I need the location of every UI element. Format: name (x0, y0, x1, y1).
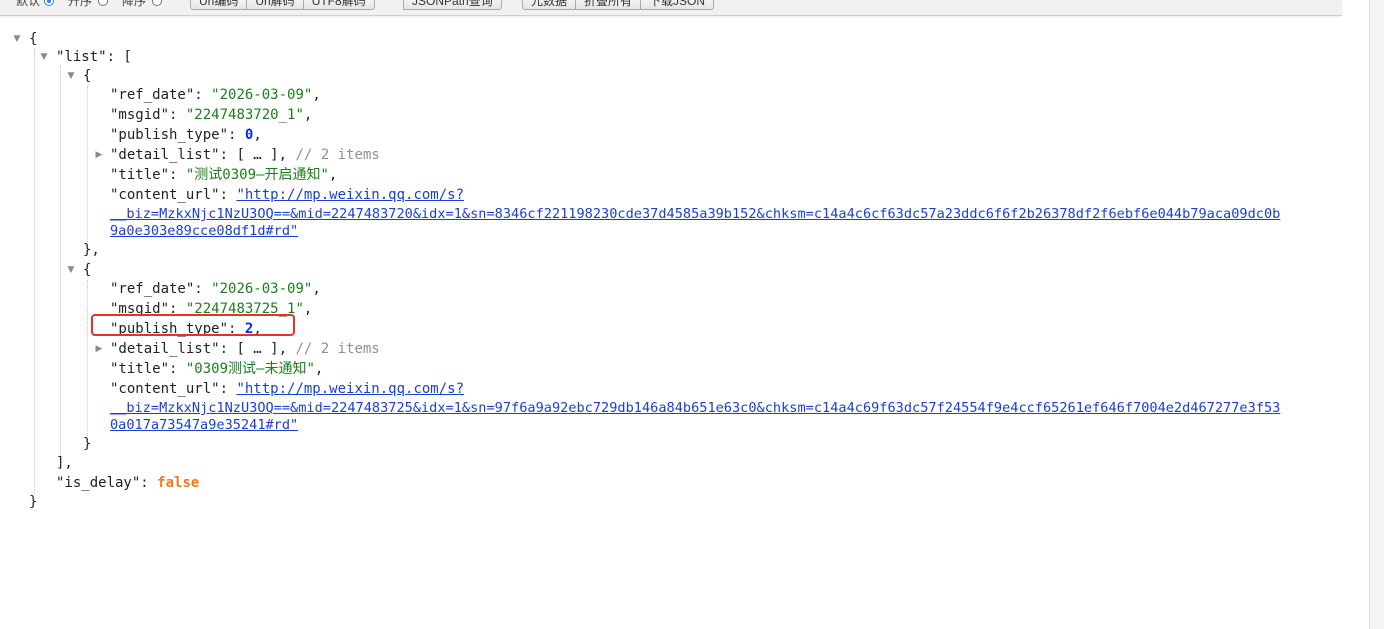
json-string-value: "2026-03-09" (211, 281, 313, 297)
content-url-link[interactable]: "http://mp.weixin.qq.com/s? (236, 187, 464, 203)
json-object-open: { (83, 68, 92, 84)
json-collapsed-array[interactable]: [ … ] (236, 147, 278, 163)
json-object-close: }, (83, 242, 100, 258)
indent-guide (87, 86, 88, 242)
encode-button-group: Url编码 Url解码 UTF8解码 (190, 0, 375, 10)
triangle-right-icon[interactable]: ▶ (94, 145, 104, 165)
indent-guide (34, 48, 35, 494)
json-key: "title" (110, 361, 170, 377)
url-encode-button[interactable]: Url编码 (190, 0, 248, 10)
json-field-title: "title": "测试0309—开启通知", (110, 167, 338, 183)
json-string-value: "2247483720_1" (185, 107, 304, 123)
json-key: "ref_date" (110, 87, 195, 103)
json-list-close: ], (56, 455, 73, 471)
json-root-close: } (29, 494, 38, 510)
json-number-value: 0 (244, 127, 254, 143)
query-button-group: JSONPath查询 (403, 0, 502, 10)
highlight-box (91, 314, 295, 336)
toolbar: 默认 升序 降序 Url编码 Url解码 UTF8解码 JSONPath查询 元… (0, 0, 1342, 16)
json-punct: : [ (106, 49, 132, 65)
json-field-title: "title": "0309测试—未通知", (110, 361, 324, 377)
content-url-link-line[interactable]: 0a017a73547a9e35241#rd" (110, 417, 298, 433)
triangle-down-icon[interactable]: ▼ (12, 29, 22, 49)
json-field-detail-list: "detail_list": [ … ], // 2 items (110, 341, 380, 357)
content-url-link-continued[interactable]: 9a0e303e89cce08df1d#rd" (110, 222, 298, 240)
json-root-open: { (29, 31, 38, 47)
content-url-link-line[interactable]: 9a0e303e89cce08df1d#rd" (110, 223, 298, 239)
indent-guide (87, 280, 88, 436)
json-string-value: "2026-03-09" (211, 87, 313, 103)
content-url-link[interactable]: "http://mp.weixin.qq.com/s? (236, 381, 464, 397)
content-url-link-continued[interactable]: 0a017a73547a9e35241#rd" (110, 416, 298, 434)
content-url-link-line[interactable]: __biz=MzkxNjc1NzU3OQ==&mid=2247483725&id… (110, 400, 1280, 416)
json-field-content-url: "content_url": "http://mp.weixin.qq.com/… (110, 187, 465, 203)
json-boolean-value: false (157, 475, 200, 491)
radio-desc-label: 降序 (122, 0, 147, 8)
radio-default-label: 默认 (16, 0, 41, 8)
json-field-content-url: "content_url": "http://mp.weixin.qq.com/… (110, 381, 465, 397)
json-key: "ref_date" (110, 281, 195, 297)
json-key: "content_url" (110, 187, 220, 203)
collapse-all-button[interactable]: 折叠所有 (576, 0, 642, 10)
json-field-publish-type: "publish_type": 0, (110, 127, 262, 143)
content-url-link-continued[interactable]: __biz=MzkxNjc1NzU3OQ==&mid=2247483720&id… (110, 205, 1280, 223)
content-url-link-continued[interactable]: __biz=MzkxNjc1NzU3OQ==&mid=2247483725&id… (110, 399, 1280, 417)
radio-desc[interactable] (152, 0, 162, 6)
action-button-group: 元数据 折叠所有 下载JSON (522, 0, 715, 10)
triangle-right-icon[interactable]: ▶ (94, 339, 104, 359)
json-object-close: } (83, 436, 92, 452)
radio-asc[interactable] (98, 0, 108, 6)
json-key: "msgid" (110, 107, 170, 123)
json-item-count-comment: // 2 items (295, 341, 380, 357)
triangle-down-icon[interactable]: ▼ (39, 47, 49, 67)
radio-default[interactable] (44, 0, 54, 6)
json-string-value: "0309测试—未通知" (185, 361, 315, 377)
utf8-decode-button[interactable]: UTF8解码 (303, 0, 375, 10)
json-field-ref-date: "ref_date": "2026-03-09", (110, 281, 321, 297)
json-field-ref-date: "ref_date": "2026-03-09", (110, 87, 321, 103)
json-object-open: { (83, 262, 92, 278)
json-string-value: "测试0309—开启通知" (185, 167, 329, 183)
json-key: "title" (110, 167, 170, 183)
json-field-detail-list: "detail_list": [ … ], // 2 items (110, 147, 380, 163)
json-key: "detail_list" (110, 147, 220, 163)
json-field-msgid: "msgid": "2247483720_1", (110, 107, 313, 123)
triangle-down-icon[interactable]: ▼ (66, 66, 76, 86)
content-url-link-line[interactable]: __biz=MzkxNjc1NzU3OQ==&mid=2247483720&id… (110, 206, 1280, 222)
json-key: "content_url" (110, 381, 220, 397)
radio-asc-label: 升序 (68, 0, 93, 8)
download-json-button[interactable]: 下载JSON (641, 0, 715, 10)
triangle-down-icon[interactable]: ▼ (66, 260, 76, 280)
json-key: "list" (56, 49, 107, 65)
indent-guide (60, 66, 61, 458)
json-list-key-line: "list": [ (56, 47, 132, 67)
no-data-button[interactable]: 元数据 (522, 0, 577, 10)
json-key: "publish_type" (110, 127, 229, 143)
json-collapsed-array[interactable]: [ … ] (236, 341, 278, 357)
json-field-is-delay: "is_delay": false (56, 475, 200, 491)
jsonpath-query-button[interactable]: JSONPath查询 (403, 0, 502, 10)
url-decode-button[interactable]: Url解码 (247, 0, 304, 10)
json-key: "is_delay" (56, 475, 141, 491)
json-item-count-comment: // 2 items (295, 147, 380, 163)
vertical-scrollbar[interactable] (1369, 0, 1384, 629)
json-key: "detail_list" (110, 341, 220, 357)
